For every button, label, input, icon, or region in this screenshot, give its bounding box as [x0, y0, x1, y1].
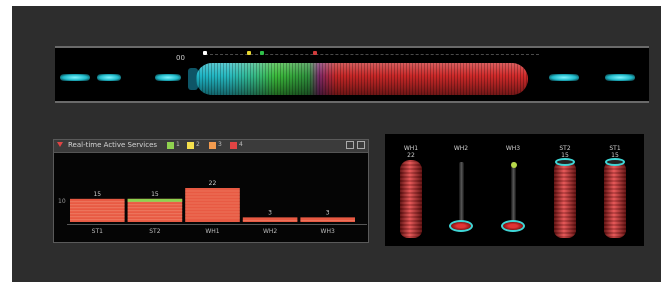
y-tick-label: 10 — [58, 198, 66, 205]
bar-data-label: 22 — [209, 180, 217, 187]
storage-cylinder[interactable] — [400, 160, 422, 238]
tower-label: ST1 15 — [609, 145, 621, 159]
timeline-pill[interactable] — [60, 74, 90, 81]
timeline-pill[interactable] — [97, 74, 121, 81]
bar-data-label: 15 — [93, 191, 101, 198]
storage-rod[interactable] — [511, 162, 516, 224]
services-panel: Real-time Active Services 1 2 3 4 10 15 1… — [53, 139, 369, 243]
bar-data-label: 3 — [268, 209, 272, 216]
timeline-marker[interactable] — [313, 51, 317, 55]
cylinder-cap — [605, 158, 625, 166]
activity-tube[interactable] — [196, 63, 528, 95]
x-tick-label: ST2 — [149, 228, 161, 235]
rod-base — [449, 220, 473, 232]
legend-value: 4 — [239, 141, 243, 148]
status-indicator — [510, 162, 517, 168]
tower-label: WH1 22 — [403, 145, 419, 159]
timeline-label: 00 — [176, 54, 185, 62]
services-panel-title: Real-time Active Services — [68, 141, 158, 149]
storage-cylinder[interactable] — [604, 160, 626, 238]
bar[interactable] — [127, 198, 183, 222]
legend-swatch — [167, 142, 174, 149]
bar-group: 15 — [127, 191, 183, 222]
rod-base — [501, 220, 525, 232]
tower-label: WH2 — [453, 145, 469, 152]
legend-swatch — [209, 142, 216, 149]
timeline-pill[interactable] — [155, 74, 181, 81]
close-button[interactable] — [357, 141, 365, 149]
bar-group: 3 — [300, 209, 355, 222]
bar[interactable] — [242, 217, 298, 222]
timeline-marker[interactable] — [260, 51, 264, 55]
bar-data-label: 3 — [326, 209, 330, 216]
legend-swatch — [187, 142, 194, 149]
services-bar-chart: 15 15 22 3 3 — [70, 180, 355, 222]
bar-group: 22 — [185, 180, 240, 222]
dashboard-frame: 00 Real-time Active Services 1 2 3 4 10 — [12, 6, 661, 282]
bar-group: 3 — [242, 209, 298, 222]
legend-value: 1 — [176, 141, 180, 148]
bar-data-label: 15 — [151, 191, 159, 198]
x-tick-label: WH1 — [205, 228, 220, 235]
timeline-marker[interactable] — [247, 51, 251, 55]
timeline-marker[interactable] — [203, 51, 207, 55]
services-panel-header: Real-time Active Services 1 2 3 4 — [54, 140, 368, 153]
storage-towers-panel: WH1 22 WH2 WH3 ST2 15 ST1 15 — [385, 134, 644, 246]
bar[interactable] — [70, 198, 125, 222]
legend-value: 2 — [196, 141, 200, 148]
x-axis — [67, 224, 367, 225]
legend-value: 3 — [218, 141, 222, 148]
storage-cylinder[interactable] — [554, 160, 576, 238]
tower-label: ST2 15 — [559, 145, 571, 159]
collapse-icon[interactable] — [57, 142, 63, 147]
timeline-strip[interactable]: 00 — [55, 46, 649, 103]
x-tick-label: ST1 — [91, 228, 103, 235]
legend-swatch — [230, 142, 237, 149]
timeline-ruler — [205, 54, 539, 58]
timeline-pill[interactable] — [605, 74, 635, 81]
bar[interactable] — [300, 217, 355, 222]
storage-rod[interactable] — [459, 162, 464, 224]
timeline-pill[interactable] — [549, 74, 579, 81]
x-tick-label: WH2 — [262, 228, 278, 235]
cylinder-cap — [555, 158, 575, 166]
bar-group: 15 — [70, 191, 125, 222]
bar-highlight — [127, 198, 183, 202]
restore-button[interactable] — [346, 141, 354, 149]
x-tick-label: WH3 — [320, 228, 335, 235]
tower-label: WH3 — [505, 145, 521, 152]
bar[interactable] — [185, 188, 240, 222]
